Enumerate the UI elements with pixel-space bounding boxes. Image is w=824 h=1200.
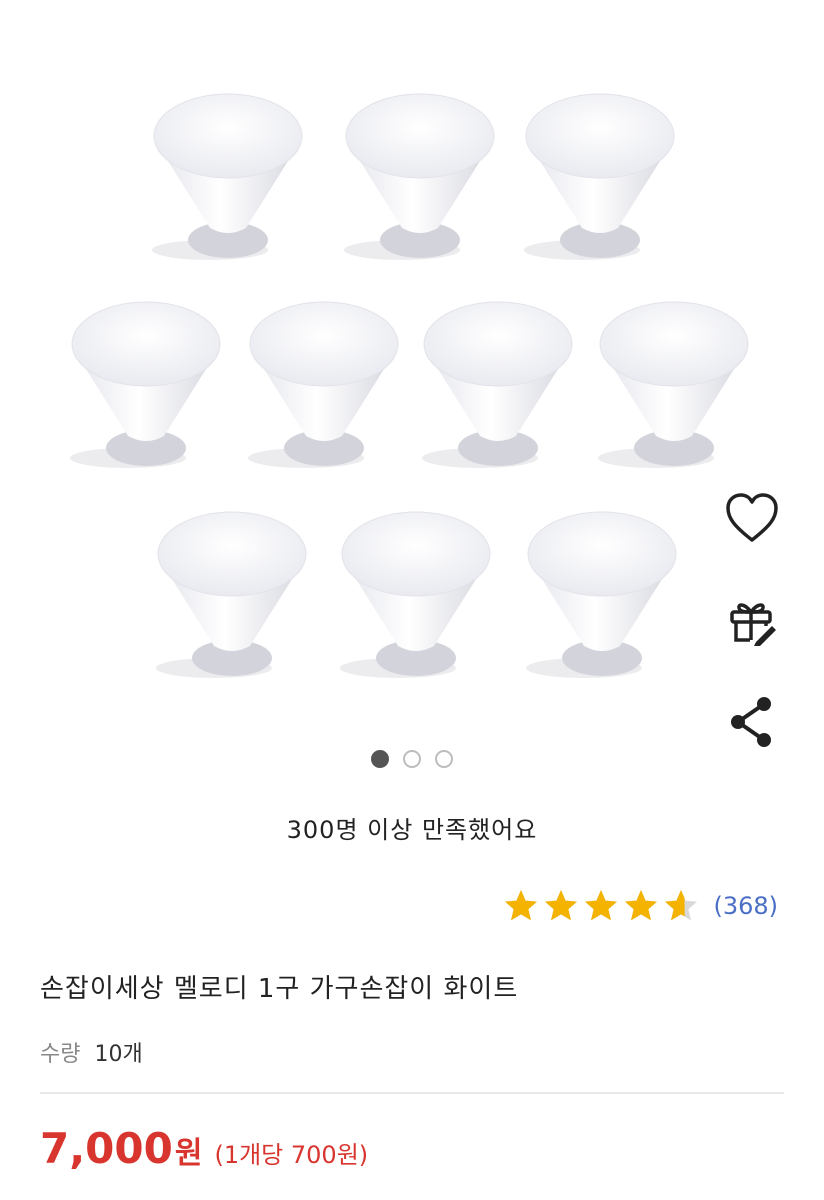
knob-image: [596, 298, 752, 478]
wishlist-button[interactable]: [720, 488, 784, 552]
knob-image: [342, 90, 498, 270]
heart-icon: [724, 492, 780, 548]
knob-image: [338, 508, 494, 688]
star-icon: [543, 888, 579, 924]
knob-image: [522, 90, 678, 270]
price-row: 7,000 원 (1개당 700원): [40, 1124, 368, 1173]
product-image-gallery[interactable]: [0, 0, 824, 730]
unit-price: (1개당 700원): [214, 1141, 369, 1169]
review-count-link[interactable]: (368): [713, 892, 778, 920]
product-title: 손잡이세상 멜로디 1구 가구손잡이 화이트: [40, 974, 519, 1004]
pager-dot-3[interactable]: [435, 750, 453, 768]
gift-button[interactable]: [720, 592, 784, 656]
quantity-value: 10개: [94, 1042, 143, 1067]
quantity-label: 수량: [40, 1042, 81, 1067]
price-currency: 원: [174, 1136, 203, 1171]
pager-dot-1[interactable]: [371, 750, 389, 768]
knob-image: [524, 508, 680, 688]
knob-image: [246, 298, 402, 478]
satisfaction-text: 300명 이상 만족했어요: [286, 816, 538, 844]
share-icon: [726, 694, 778, 754]
star-icon: [663, 888, 699, 924]
divider: [40, 1092, 784, 1094]
gallery-pager: [0, 750, 824, 768]
knob-image: [420, 298, 576, 478]
star-icon: [583, 888, 619, 924]
star-rating: [503, 888, 699, 924]
price-amount: 7,000: [40, 1124, 173, 1173]
rating-summary[interactable]: (368): [503, 888, 778, 924]
quantity-info: 수량 10개: [40, 1036, 143, 1068]
star-icon: [623, 888, 659, 924]
gift-icon: [726, 596, 778, 652]
pager-dot-2[interactable]: [403, 750, 421, 768]
knob-image: [154, 508, 310, 688]
star-icon: [503, 888, 539, 924]
knob-image: [68, 298, 224, 478]
knob-image: [150, 90, 306, 270]
share-button[interactable]: [720, 692, 784, 756]
